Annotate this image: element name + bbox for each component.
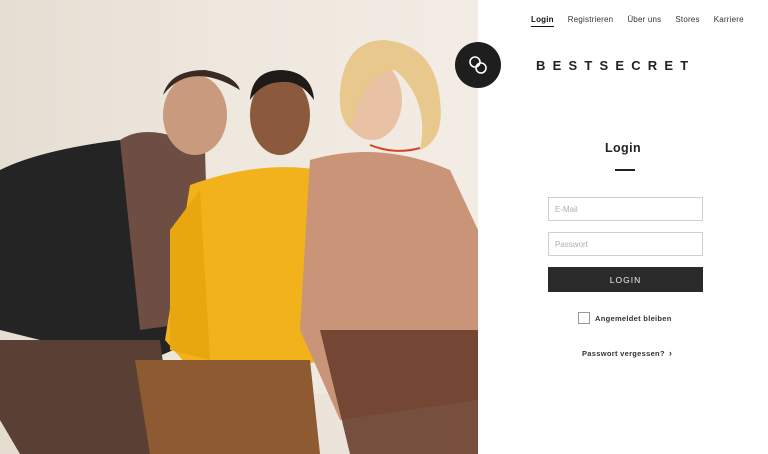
login-heading: Login bbox=[604, 141, 641, 155]
email-field[interactable] bbox=[548, 197, 703, 221]
password-field[interactable] bbox=[548, 232, 703, 256]
remember-label: Angemeldet bleiben bbox=[595, 313, 672, 323]
brand-wordmark[interactable]: BESTSECRET bbox=[536, 58, 695, 73]
chevron-right-icon: › bbox=[668, 348, 673, 358]
remember-me[interactable]: Angemeldet bleiben bbox=[578, 312, 672, 324]
login-button[interactable]: LOGIN bbox=[548, 267, 703, 292]
nav-item-stores[interactable]: Stores bbox=[675, 15, 699, 27]
nav-item-karriere[interactable]: Karriere bbox=[714, 15, 744, 27]
remember-checkbox[interactable] bbox=[578, 312, 590, 324]
hero-image bbox=[0, 0, 478, 454]
forgot-password-link[interactable]: Passwort vergessen? › bbox=[582, 348, 672, 358]
heading-underline bbox=[615, 169, 635, 171]
nav-item-ueber-uns[interactable]: Über uns bbox=[627, 15, 661, 27]
brand-logo-icon[interactable] bbox=[455, 42, 501, 88]
hero-people-illustration bbox=[0, 0, 478, 454]
nav-item-registrieren[interactable]: Registrieren bbox=[568, 15, 614, 27]
logo-mark-icon bbox=[469, 56, 487, 74]
top-navigation: Login Registrieren Über uns Stores Karri… bbox=[531, 15, 758, 27]
nav-item-login[interactable]: Login bbox=[531, 15, 554, 27]
forgot-password-label: Passwort vergessen? bbox=[582, 349, 665, 358]
